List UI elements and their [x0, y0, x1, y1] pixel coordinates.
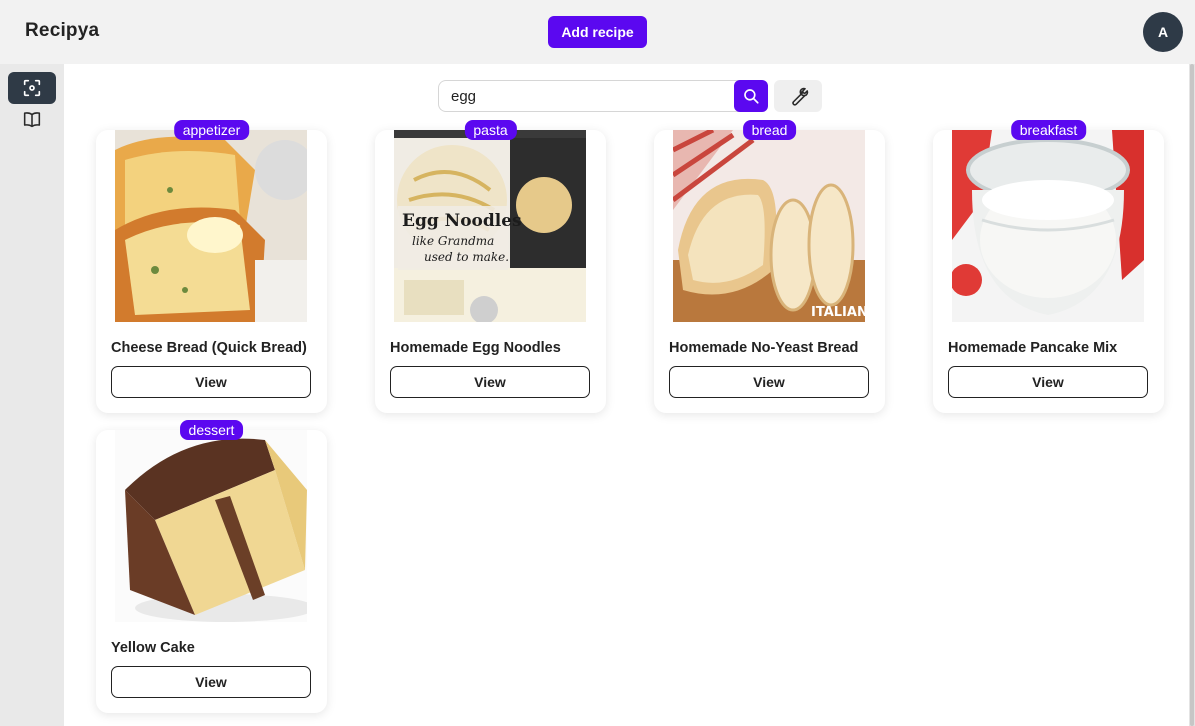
- recipe-title: Homemade No-Yeast Bread: [669, 340, 859, 356]
- image-title-text: Egg Noodles: [402, 211, 522, 231]
- recipe-image[interactable]: [952, 130, 1144, 322]
- app-root: Recipya Add recipe A appeti: [0, 0, 1195, 726]
- search-icon: [744, 89, 759, 104]
- recipe-image[interactable]: [115, 430, 307, 622]
- add-recipe-button[interactable]: Add recipe: [548, 16, 647, 48]
- recipe-title: Yellow Cake: [111, 640, 195, 656]
- recipe-image[interactable]: ITALIAN: [673, 130, 865, 322]
- recipe-image[interactable]: [115, 130, 307, 322]
- wrench-icon: [792, 87, 809, 106]
- search-button[interactable]: [734, 80, 768, 112]
- book-icon: [23, 112, 41, 128]
- top-bar: Recipya Add recipe A: [0, 0, 1195, 64]
- sidebar: [0, 64, 64, 726]
- view-button[interactable]: View: [111, 666, 311, 698]
- recipe-card: pasta Egg Noodles like Grandma used to m…: [375, 120, 606, 413]
- image-watermark-text: ITALIAN: [811, 305, 865, 320]
- app-brand[interactable]: Recipya: [25, 20, 99, 42]
- view-button[interactable]: View: [669, 366, 869, 398]
- recipe-card: appetizer Cheese Bread (Quick Bread) Vie…: [96, 120, 327, 413]
- image-subtitle-text: used to make.: [424, 250, 509, 264]
- category-badge: breakfast: [1010, 120, 1087, 140]
- page-scrollbar[interactable]: [1189, 64, 1195, 726]
- recipe-image[interactable]: Egg Noodles like Grandma used to make.: [394, 130, 586, 322]
- recipe-title: Homemade Pancake Mix: [948, 340, 1118, 356]
- recipe-card: dessert Yellow Cake View: [96, 420, 327, 713]
- search-input[interactable]: [438, 80, 744, 112]
- category-badge: bread: [742, 120, 797, 140]
- view-button[interactable]: View: [111, 366, 311, 398]
- recipe-card: bread ITALIAN Homemade No-Yeast Bread Vi…: [654, 120, 885, 413]
- category-badge: appetizer: [173, 120, 250, 140]
- recipe-title: Cheese Bread (Quick Bread): [111, 340, 307, 356]
- category-badge: pasta: [464, 120, 517, 140]
- view-button[interactable]: View: [948, 366, 1148, 398]
- avatar[interactable]: A: [1143, 12, 1183, 52]
- category-badge: dessert: [179, 420, 244, 440]
- recipe-card: breakfast Homemade Pancake Mix View: [933, 120, 1164, 413]
- recipe-title: Homemade Egg Noodles: [390, 340, 561, 356]
- scrollbar-thumb[interactable]: [1190, 64, 1194, 726]
- image-subtitle-text: like Grandma: [412, 234, 494, 248]
- view-button[interactable]: View: [390, 366, 590, 398]
- advanced-search-button[interactable]: [774, 80, 822, 112]
- sidebar-item-scan[interactable]: [8, 72, 56, 104]
- sidebar-item-cookbooks[interactable]: [8, 104, 56, 136]
- scan-icon: [23, 79, 41, 97]
